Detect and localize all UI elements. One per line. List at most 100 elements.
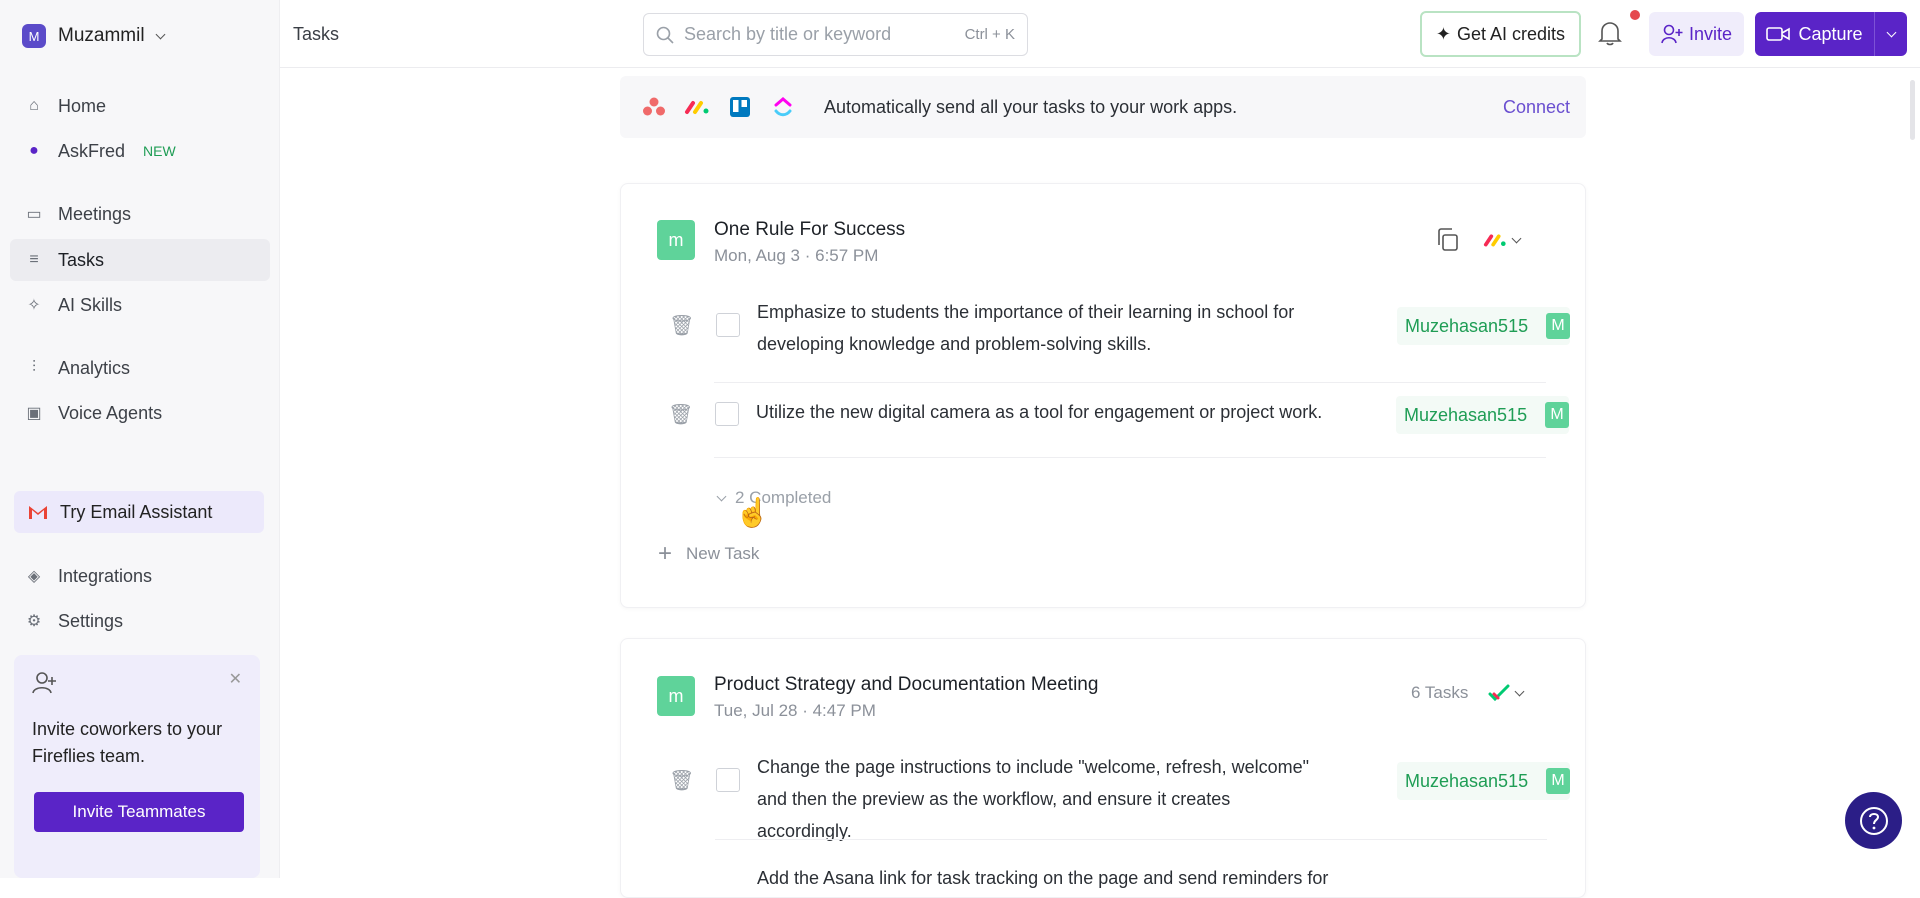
- meeting-avatar: m: [657, 220, 695, 260]
- new-badge: NEW: [143, 143, 176, 159]
- monday-icon: [1483, 234, 1506, 247]
- trash-icon[interactable]: 🗑: [668, 402, 693, 427]
- assignee-avatar: M: [1545, 402, 1570, 428]
- add-user-icon: [32, 672, 56, 694]
- meeting-title[interactable]: One Rule For Success: [714, 219, 905, 241]
- task-row: 🗑 Emphasize to students the importance o…: [669, 286, 1571, 376]
- close-icon[interactable]: ✕: [229, 669, 242, 689]
- search-input[interactable]: Search by title or keyword Ctrl + K: [643, 13, 1028, 56]
- invite-label: Invite: [1688, 23, 1733, 44]
- sidebar: M Muzammil ⌂ Home ● AskFred NEW ▭ Meetin…: [0, 0, 280, 878]
- meeting-actions: [1437, 228, 1522, 252]
- video-icon: ▭: [26, 206, 42, 223]
- sidebar-item-label: Home: [58, 95, 107, 116]
- assignee-name: Muzehasan515: [1404, 404, 1528, 425]
- sidebar-item-label: Meetings: [58, 203, 132, 224]
- task-text[interactable]: Emphasize to students the importance of …: [757, 296, 1317, 360]
- trello-icon[interactable]: [726, 93, 754, 121]
- layers-icon: ◈: [27, 568, 41, 585]
- assignee-badge[interactable]: Muzehasan515 M: [1397, 762, 1571, 800]
- assignee-name: Muzehasan515: [1405, 770, 1529, 791]
- voice-agent-icon: ▣: [26, 405, 42, 422]
- chevron-down-icon: [1886, 27, 1896, 37]
- workspace-switcher[interactable]: M Muzammil: [22, 24, 166, 48]
- capture-main[interactable]: Capture: [1755, 12, 1875, 56]
- hand-cursor-icon: ☝: [735, 497, 770, 528]
- connect-link[interactable]: Connect: [1503, 97, 1570, 118]
- sidebar-item-ai-skills[interactable]: ✧ AI Skills: [10, 284, 270, 326]
- meeting-title[interactable]: Product Strategy and Documentation Meeti…: [714, 674, 1098, 696]
- invite-card-text: Invite coworkers to your Fireflies team.: [32, 719, 223, 766]
- task-row: 🗑 Change the page instructions to includ…: [669, 741, 1571, 841]
- assignee-badge[interactable]: Muzehasan515 M: [1396, 396, 1570, 434]
- assignee-avatar: M: [1546, 768, 1571, 794]
- trash-icon[interactable]: 🗑: [669, 768, 694, 793]
- top-bar: Tasks Search by title or keyword Ctrl + …: [280, 0, 1920, 68]
- page-title: Tasks: [293, 24, 340, 44]
- task-checkbox[interactable]: [716, 313, 740, 337]
- invite-teammates-button[interactable]: Invite Teammates: [34, 792, 244, 832]
- robot-icon: ●: [29, 142, 39, 159]
- monday-export-dropdown[interactable]: [1483, 232, 1522, 248]
- task-text[interactable]: Change the page instructions to include …: [757, 751, 1317, 847]
- capture-dropdown[interactable]: [1875, 27, 1907, 37]
- clickup-icon[interactable]: [769, 93, 797, 121]
- email-assistant-button[interactable]: Try Email Assistant: [14, 491, 264, 533]
- chevron-down-icon: [716, 491, 727, 501]
- new-task-label: New Task: [686, 544, 760, 563]
- sidebar-item-voice-agents[interactable]: ▣ Voice Agents: [10, 392, 270, 434]
- sidebar-item-askfred[interactable]: ● AskFred NEW: [10, 130, 270, 172]
- sidebar-item-tasks[interactable]: ≡ Tasks: [10, 239, 270, 281]
- capture-label: Capture: [1798, 23, 1863, 44]
- sidebar-item-meetings[interactable]: ▭ Meetings: [10, 193, 270, 235]
- task-text[interactable]: Add the Asana link for task tracking on …: [757, 862, 1457, 894]
- task-text[interactable]: Utilize the new digital camera as a tool…: [756, 396, 1356, 428]
- monday-icon[interactable]: [683, 93, 711, 121]
- gear-icon: ⚙: [26, 613, 42, 630]
- bell-icon[interactable]: [1598, 20, 1624, 48]
- add-user-icon: [1661, 24, 1683, 44]
- plus-icon: +: [658, 540, 673, 567]
- sidebar-item-integrations[interactable]: ◈ Integrations: [10, 555, 270, 597]
- notification-dot: [1630, 10, 1640, 20]
- question-icon: [1859, 806, 1888, 835]
- assignee-name: Muzehasan515: [1405, 315, 1529, 336]
- meeting-actions: 6 Tasks: [1411, 683, 1525, 703]
- sidebar-item-analytics[interactable]: ⫶ Analytics: [10, 347, 270, 389]
- scrollbar[interactable]: [1910, 80, 1915, 140]
- invite-button[interactable]: Invite: [1649, 12, 1744, 56]
- home-icon: ⌂: [29, 97, 39, 114]
- sidebar-item-label: AskFred: [58, 140, 126, 161]
- task-row: 🗑 Utilize the new digital camera as a to…: [668, 375, 1570, 465]
- divider: [714, 457, 1546, 458]
- chevron-down-icon: [1511, 233, 1522, 243]
- sidebar-item-home[interactable]: ⌂ Home: [10, 85, 270, 127]
- export-dropdown[interactable]: [1488, 684, 1525, 702]
- copy-icon[interactable]: [1437, 228, 1459, 252]
- get-ai-credits-button[interactable]: ✦ Get AI credits: [1420, 11, 1581, 57]
- meeting-avatar: m: [657, 676, 695, 716]
- asana-icon[interactable]: [640, 93, 668, 121]
- workspace-name: Muzammil: [58, 25, 145, 46]
- trash-icon[interactable]: 🗑: [669, 313, 694, 338]
- sidebar-item-settings[interactable]: ⚙ Settings: [10, 600, 270, 642]
- email-assistant-label: Try Email Assistant: [60, 501, 213, 522]
- help-button[interactable]: [1845, 792, 1902, 849]
- task-count: 6 Tasks: [1411, 683, 1469, 702]
- capture-button[interactable]: Capture: [1755, 12, 1907, 56]
- ai-credits-label: Get AI credits: [1457, 23, 1566, 44]
- new-task-button[interactable]: + New Task: [658, 540, 760, 567]
- video-camera-icon: [1766, 27, 1791, 41]
- sidebar-item-label: Integrations: [58, 565, 153, 586]
- meeting-date: Tue, Jul 28 · 4:47 PM: [714, 701, 876, 720]
- sidebar-item-label: AI Skills: [58, 294, 123, 315]
- search-placeholder: Search by title or keyword: [684, 24, 892, 44]
- task-checkbox[interactable]: [715, 402, 739, 426]
- gmail-icon: [29, 506, 47, 519]
- workspace-avatar: M: [22, 24, 46, 48]
- sparkle-icon: ✧: [27, 297, 41, 314]
- integrations-banner-text: Automatically send all your tasks to you…: [824, 96, 1238, 117]
- task-checkbox[interactable]: [716, 768, 740, 792]
- sidebar-item-label: Tasks: [58, 249, 105, 270]
- assignee-badge[interactable]: Muzehasan515 M: [1397, 307, 1571, 345]
